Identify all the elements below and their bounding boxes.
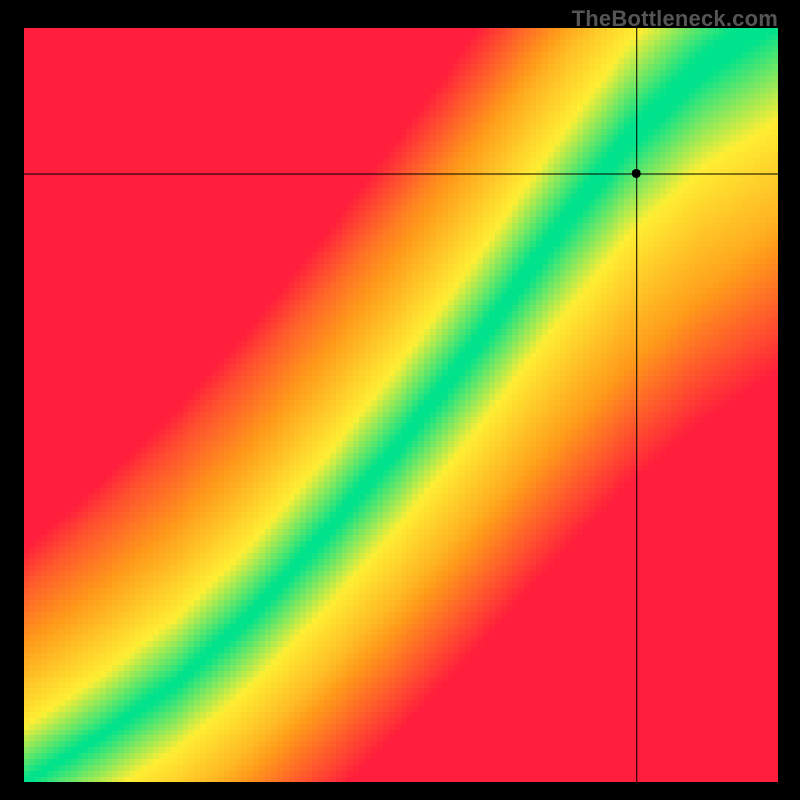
watermark-text: TheBottleneck.com [572,6,778,32]
bottleneck-heatmap [24,28,778,782]
chart-container: TheBottleneck.com [0,0,800,800]
